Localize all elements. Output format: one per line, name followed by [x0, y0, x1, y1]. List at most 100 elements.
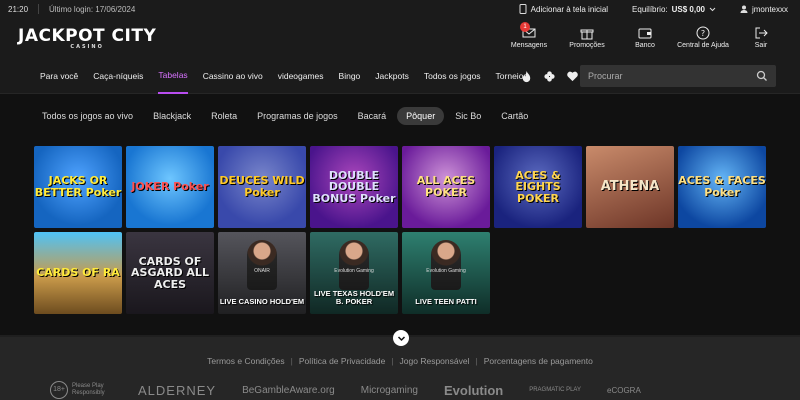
- search-input[interactable]: Procurar: [588, 71, 623, 81]
- game-tile-aces-eights[interactable]: ACES & EIGHTS POKER: [494, 146, 582, 228]
- header: JACKPOT CITY CASINO 1 Mensagens Promoçõe…: [0, 18, 800, 58]
- partner-logos: 18+ Please Play Responsibly ALDERNEY BeG…: [50, 381, 641, 399]
- scroll-down-button[interactable]: [393, 330, 409, 346]
- game-tile-cards-of-asgard[interactable]: CARDS OF ASGARD ALL ACES: [126, 232, 214, 314]
- tab-bacara[interactable]: Bacará: [358, 107, 387, 125]
- game-title: DEUCES WILD Poker: [219, 174, 305, 199]
- nav-caca-niqueis[interactable]: Caça-níqueis: [93, 58, 143, 94]
- tab-sic-bo[interactable]: Sic Bo: [455, 107, 481, 125]
- bank-button[interactable]: Banco: [616, 26, 674, 49]
- pragmatic-play-logo[interactable]: PRAGMATIC PLAY: [529, 387, 581, 393]
- alderney-logo[interactable]: ALDERNEY: [138, 383, 216, 398]
- footer-link-terms[interactable]: Termos e Condições: [207, 356, 284, 366]
- game-title: LIVE TEXAS HOLD'EM B. POKER: [313, 288, 395, 306]
- footer-link-privacy[interactable]: Política de Privacidade: [299, 356, 385, 366]
- logout-button[interactable]: Sair: [732, 26, 790, 49]
- divider: [38, 4, 40, 14]
- balance[interactable]: Equilíbrio: US$ 0,00: [632, 5, 716, 14]
- game-tile-cards-of-ra[interactable]: CARDS OF RA: [34, 232, 122, 314]
- nav-videogames[interactable]: videogames: [278, 58, 324, 94]
- dealer-image: [339, 240, 369, 290]
- main-nav: Para você Caça-níqueis Tabelas Cassino a…: [0, 58, 800, 94]
- nav-bingo[interactable]: Bingo: [339, 58, 361, 94]
- chevron-down-icon: [397, 335, 405, 341]
- evolution-logo[interactable]: Evolution: [444, 383, 503, 398]
- game-tile-athena[interactable]: ATHENA: [586, 146, 674, 228]
- nav-todos-os-jogos[interactable]: Todos os jogos: [424, 58, 481, 94]
- nav-tabelas[interactable]: Tabelas: [158, 58, 188, 94]
- site-logo[interactable]: JACKPOT CITY CASINO: [18, 26, 156, 50]
- ecogra-logo[interactable]: eCOGRA: [607, 386, 641, 395]
- messages-label: Mensagens: [510, 42, 548, 49]
- game-tile-jacks-or-better[interactable]: JACKS OR BETTER Poker: [34, 146, 122, 228]
- game-tile-all-aces[interactable]: ALL ACES POKER: [402, 146, 490, 228]
- games-grid: JACKS OR BETTER Poker JOKER Poker DEUCES…: [34, 146, 766, 314]
- game-tile-live-teen-patti[interactable]: Evolution Gaming LIVE TEEN PATTI: [402, 232, 490, 314]
- tab-poquer[interactable]: Pôquer: [397, 107, 445, 125]
- nav-quick-icons: [520, 70, 579, 83]
- fire-icon[interactable]: [520, 70, 533, 83]
- game-tile-live-texas-holdem[interactable]: Evolution Gaming LIVE TEXAS HOLD'EM B. P…: [310, 232, 398, 314]
- tab-cartao[interactable]: Cartão: [501, 107, 528, 125]
- top-bar: 21:20 Último login: 17/06/2024 Adicionar…: [0, 0, 800, 18]
- game-provider: ONAIR: [254, 268, 270, 274]
- username: jmontexxx: [751, 4, 788, 14]
- dealer-image: [431, 240, 461, 290]
- last-login: Último login: 17/06/2024: [49, 4, 136, 14]
- footer-links: Termos e Condições | Política de Privacida…: [0, 356, 800, 366]
- nav-jackpots[interactable]: Jackpots: [375, 58, 409, 94]
- footer-link-responsible[interactable]: Jogo Responsável: [400, 356, 470, 366]
- heart-icon[interactable]: [566, 70, 579, 83]
- game-title: ALL ACES POKER: [416, 174, 476, 199]
- game-title: ATHENA: [600, 179, 660, 195]
- game-tile-double-double-bonus[interactable]: DOUBLE DOUBLE BONUS Poker: [310, 146, 398, 228]
- game-provider: Evolution Gaming: [426, 268, 466, 274]
- add-home-button[interactable]: Adicionar à tela inicial: [519, 4, 608, 14]
- chevron-down-icon: [709, 7, 716, 11]
- search-icon[interactable]: [756, 70, 768, 82]
- game-tile-joker-poker[interactable]: JOKER Poker: [126, 146, 214, 228]
- user-menu[interactable]: jmontexxx: [740, 5, 788, 14]
- microgaming-logo[interactable]: Microgaming: [361, 385, 418, 396]
- tab-roleta[interactable]: Roleta: [211, 107, 237, 125]
- search-box[interactable]: Procurar: [580, 65, 776, 87]
- top-bar-right: Adicionar à tela inicial Equilíbrio: US$…: [501, 4, 788, 14]
- help-center-button[interactable]: ? Central de Ajuda: [674, 26, 732, 49]
- category-tabs: Todos os jogos ao vivo Blackjack Roleta …: [0, 94, 800, 128]
- age-restriction: 18+ Please Play Responsibly: [50, 381, 112, 399]
- promotions-label: Promoções: [569, 42, 605, 49]
- game-title: JACKS OR BETTER Poker: [34, 174, 122, 199]
- nav-cassino-ao-vivo[interactable]: Cassino ao vivo: [203, 58, 263, 94]
- game-tile-aces-faces[interactable]: ACES & FACES Poker: [678, 146, 766, 228]
- tab-blackjack[interactable]: Blackjack: [153, 107, 191, 125]
- phone-icon: [519, 4, 527, 14]
- game-provider: Evolution Gaming: [334, 268, 374, 274]
- wallet-icon: [638, 28, 652, 39]
- game-title: CARDS OF ASGARD ALL ACES: [131, 254, 209, 291]
- messages-button[interactable]: 1 Mensagens: [500, 22, 558, 49]
- age-text: Please Play Responsibly: [72, 383, 105, 396]
- game-title: LIVE CASINO HOLD'EM: [219, 296, 305, 306]
- tab-todos-ao-vivo[interactable]: Todos os jogos ao vivo: [42, 107, 133, 125]
- game-tile-deuces-wild[interactable]: DEUCES WILD Poker: [218, 146, 306, 228]
- add-home-label: Adicionar à tela inicial: [530, 4, 609, 14]
- promotions-button[interactable]: Promoções: [558, 26, 616, 49]
- help-center-label: Central de Ajuda: [677, 42, 729, 49]
- divider: |: [391, 356, 394, 366]
- begambleaware-logo[interactable]: BeGambleAware.org: [242, 385, 335, 396]
- nav-para-voce[interactable]: Para você: [40, 58, 78, 94]
- game-title: LIVE TEEN PATTI: [415, 296, 477, 306]
- divider: |: [475, 356, 478, 366]
- balance-value: US$ 0,00: [671, 4, 705, 14]
- dealer-image: [247, 240, 277, 290]
- footer-link-payout[interactable]: Porcentagens de pagamento: [484, 356, 593, 366]
- game-title: ACES & EIGHTS POKER: [515, 168, 561, 205]
- clock: 21:20: [8, 4, 29, 14]
- logo-text: JACKPOT CITY: [18, 26, 157, 46]
- messages-badge: 1: [520, 22, 530, 32]
- tab-programas-de-jogos[interactable]: Programas de jogos: [257, 107, 338, 125]
- game-title: ACES & FACES Poker: [678, 174, 766, 199]
- game-tile-live-casino-holdem[interactable]: ONAIR LIVE CASINO HOLD'EM: [218, 232, 306, 314]
- clover-icon[interactable]: [543, 70, 556, 83]
- game-title: DOUBLE DOUBLE BONUS Poker: [312, 168, 396, 205]
